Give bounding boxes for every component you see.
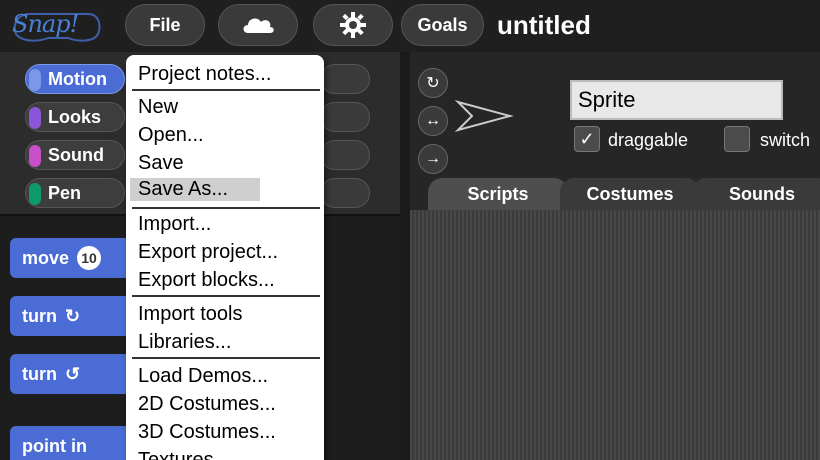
snap-ide: Snap! File Goals untitled Motion Looks S… [0, 0, 820, 460]
menu-item-save[interactable]: Save [138, 152, 184, 175]
file-menu: Project notes... New Open... Save Save A… [126, 55, 324, 460]
sprite-tabs: Scripts Costumes Sounds [410, 178, 820, 210]
top-bar: Snap! File Goals untitled [0, 0, 820, 52]
scripts-area[interactable] [410, 210, 820, 460]
cloud-button[interactable] [218, 4, 298, 46]
category-sensing[interactable] [320, 102, 370, 132]
category-color-icon [29, 145, 41, 167]
sprite-name-input[interactable]: Sprite [570, 80, 783, 120]
rotate-counterclockwise-icon: ↺ [65, 363, 81, 384]
tab-sounds[interactable]: Sounds [692, 178, 820, 210]
category-operators[interactable] [320, 140, 370, 170]
rotation-style-none-button[interactable]: → [418, 144, 448, 174]
pane-divider[interactable] [400, 52, 410, 460]
sprite-corral: ↻ ↔ → Sprite ✓ draggable switch Scripts … [410, 52, 820, 460]
menu-item-libraries[interactable]: Libraries... [138, 331, 231, 354]
block-label: turn [22, 305, 57, 326]
menu-item-textures[interactable]: Textures... [138, 449, 230, 460]
menu-divider [132, 295, 320, 297]
menu-divider [132, 207, 320, 209]
block-label: turn [22, 363, 57, 384]
category-color-icon [29, 183, 41, 205]
sprite-arrow-icon [454, 100, 514, 132]
menu-item-export-project[interactable]: Export project... [138, 241, 278, 264]
menu-item-3d-costumes[interactable]: 3D Costumes... [138, 421, 276, 444]
tab-costumes[interactable]: Costumes [560, 178, 700, 210]
menu-item-load-demos[interactable]: Load Demos... [138, 365, 268, 388]
menu-item-save-as[interactable]: Save As... [130, 178, 260, 201]
menu-item-project-notes[interactable]: Project notes... [138, 63, 271, 86]
category-looks[interactable]: Looks [25, 102, 125, 132]
menu-item-import-tools[interactable]: Import tools [138, 303, 242, 326]
category-control[interactable] [320, 64, 370, 94]
number-slot[interactable]: 10 [77, 246, 102, 270]
category-color-icon [29, 107, 41, 129]
category-label: Sound [48, 144, 104, 165]
logo-text: Snap! [12, 10, 79, 38]
menu-item-2d-costumes[interactable]: 2D Costumes... [138, 393, 276, 416]
menu-item-open[interactable]: Open... [138, 124, 204, 147]
category-sound[interactable]: Sound [25, 140, 125, 170]
cloud-icon [243, 18, 274, 33]
block-label: move [22, 247, 70, 268]
switch-checkbox[interactable] [724, 126, 750, 152]
gear-icon [340, 12, 366, 38]
menu-item-export-blocks[interactable]: Export blocks... [138, 269, 275, 292]
rotate-clockwise-icon: ↻ [65, 305, 81, 326]
category-label: Looks [48, 106, 102, 127]
draggable-label: draggable [608, 130, 689, 150]
project-title: untitled [497, 10, 591, 40]
category-motion[interactable]: Motion [25, 64, 125, 94]
switch-label: switch [760, 130, 811, 150]
category-label: Motion [48, 68, 107, 89]
menu-divider [132, 357, 320, 359]
category-label: Pen [48, 182, 82, 203]
snap-logo[interactable]: Snap! [8, 4, 104, 46]
goals-button[interactable]: Goals [401, 4, 484, 46]
file-menu-button[interactable]: File [125, 4, 205, 46]
menu-item-import[interactable]: Import... [138, 213, 211, 236]
category-variables[interactable] [320, 178, 370, 208]
rotate-icon: ↻ [426, 75, 440, 92]
rotation-style-rotate-button[interactable]: ↻ [418, 68, 448, 98]
right-arrow-icon: → [425, 150, 441, 167]
category-pen[interactable]: Pen [25, 178, 125, 208]
tab-scripts[interactable]: Scripts [428, 178, 568, 210]
left-right-arrow-icon: ↔ [425, 112, 441, 129]
settings-button[interactable] [313, 4, 393, 46]
menu-item-new[interactable]: New [138, 96, 178, 119]
rotation-style-flip-button[interactable]: ↔ [418, 106, 448, 136]
block-label: point in [22, 435, 87, 456]
category-color-icon [29, 69, 41, 91]
menu-divider [132, 89, 320, 91]
draggable-checkbox[interactable]: ✓ [574, 126, 600, 152]
